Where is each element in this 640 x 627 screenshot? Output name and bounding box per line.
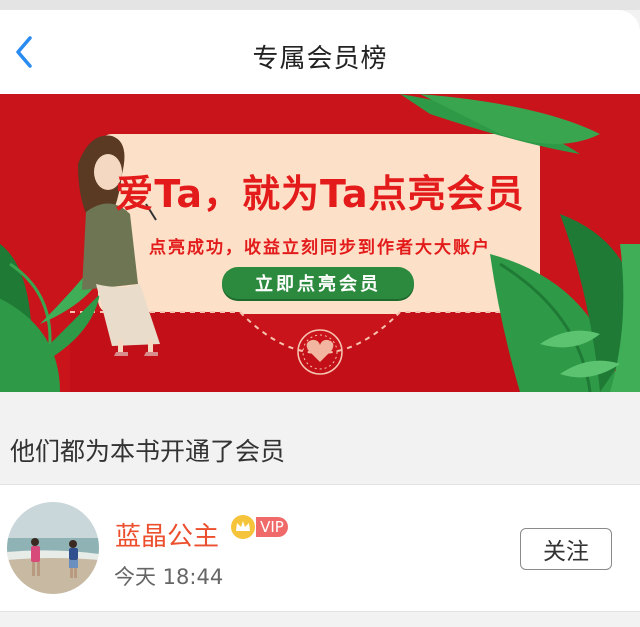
banner-subline: 点亮成功，收益立刻同步到作者大大账户 <box>149 238 491 258</box>
vip-badge: VIP <box>230 514 288 540</box>
section-title: 他们都为本书开通了会员 <box>10 437 286 466</box>
avatar[interactable] <box>7 502 99 594</box>
member-name[interactable]: 蓝晶公主 <box>115 516 219 553</box>
page-title: 专属会员榜 <box>252 44 388 74</box>
follow-button[interactable]: 关注 <box>520 528 612 570</box>
promo-banner[interactable]: 爱Ta，就为Ta点亮会员 点亮成功，收益立刻同步到作者大大账户 立即点亮会员 <box>0 94 640 392</box>
banner-headline: 爱Ta，就为Ta点亮会员 <box>115 172 525 216</box>
member-row: 蓝晶公主 VIP 今天 18:44 关注 <box>0 484 640 612</box>
beach-photo-avatar <box>7 502 99 594</box>
vip-badge-label: VIP <box>256 517 288 537</box>
section-header: 他们都为本书开通了会员 <box>0 392 640 484</box>
status-bar <box>0 0 640 10</box>
navigation-bar: 专属会员榜 <box>0 10 640 94</box>
light-up-membership-button[interactable]: 立即点亮会员 <box>222 267 414 299</box>
join-time: 今天 18:44 <box>114 565 224 589</box>
crown-icon <box>231 515 255 539</box>
